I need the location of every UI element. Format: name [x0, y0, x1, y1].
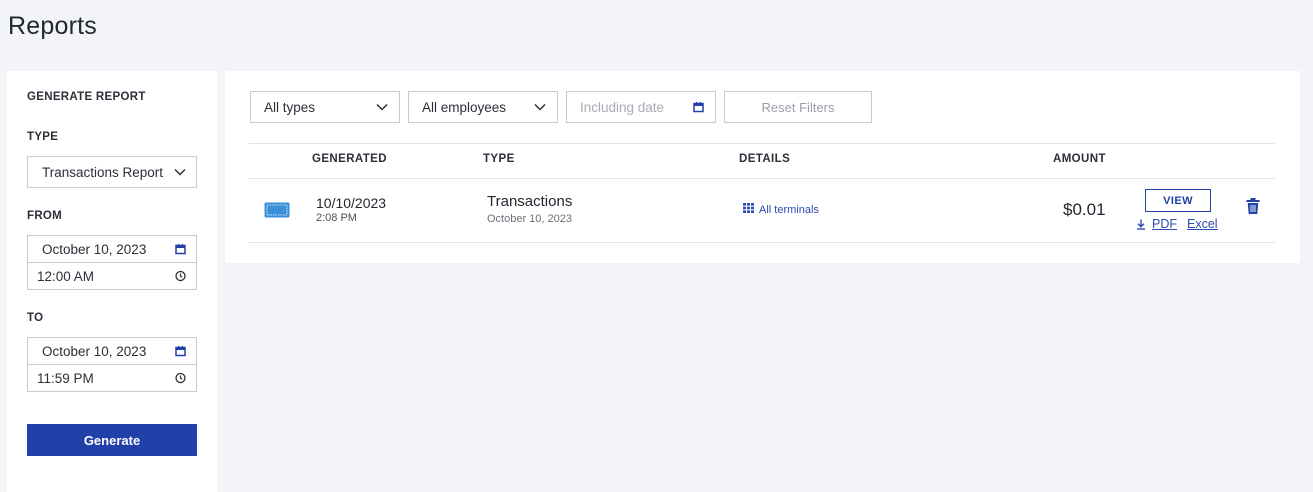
employee-filter-value: All employees [422, 99, 507, 115]
clock-icon[interactable] [175, 372, 186, 384]
excel-download-link[interactable]: Excel [1187, 217, 1218, 231]
chevron-down-icon [376, 103, 388, 111]
type-filter-select[interactable]: All types [250, 91, 400, 123]
chevron-down-icon [534, 103, 546, 111]
date-filter-placeholder: Including date [580, 99, 665, 115]
clock-icon[interactable] [175, 270, 186, 282]
to-label: TO [27, 312, 44, 324]
payment-card-icon [264, 202, 290, 223]
calendar-icon[interactable] [693, 102, 704, 113]
report-type-title: Transactions [487, 193, 573, 210]
generate-report-heading: GENERATE REPORT [27, 91, 146, 103]
download-links: PDF Excel [1136, 217, 1218, 231]
reset-filters-button[interactable]: Reset Filters [724, 91, 872, 123]
download-icon [1136, 219, 1146, 230]
type-label: TYPE [27, 131, 59, 143]
generated-date: 10/10/2023 [316, 195, 387, 211]
details-text: All terminals [759, 203, 819, 216]
from-time-input[interactable]: 12:00 AM [27, 262, 197, 290]
type-filter-value: All types [264, 99, 316, 115]
report-type-select[interactable]: Transactions Report [27, 156, 197, 188]
report-amount: $0.01 [1063, 200, 1106, 219]
chevron-down-icon [174, 168, 186, 176]
calendar-icon[interactable] [175, 244, 186, 255]
report-type-value: Transactions Report [42, 164, 164, 180]
from-label: FROM [27, 210, 63, 222]
trash-icon[interactable] [1246, 198, 1260, 219]
table-divider [249, 242, 1275, 243]
table-divider [249, 178, 1275, 179]
generated-time: 2:08 PM [316, 212, 357, 224]
grid-icon [743, 203, 754, 216]
table-divider [249, 143, 1275, 144]
generate-report-panel: GENERATE REPORT TYPE Transactions Report… [7, 71, 217, 492]
to-date-input[interactable]: October 10, 2023 [27, 337, 197, 365]
page-title: Reports [8, 12, 97, 40]
to-time-value: 11:59 PM [37, 370, 94, 386]
date-filter-input[interactable]: Including date [566, 91, 716, 123]
report-type-date: October 10, 2023 [487, 213, 573, 225]
generate-button[interactable]: Generate [27, 424, 197, 456]
employee-filter-select[interactable]: All employees [408, 91, 558, 123]
column-header-details: DETAILS [739, 153, 791, 165]
from-date-value: October 10, 2023 [42, 241, 147, 257]
reports-list-card: All types All employees Including date R… [225, 71, 1300, 263]
from-date-input[interactable]: October 10, 2023 [27, 235, 197, 263]
to-date-value: October 10, 2023 [42, 343, 147, 359]
from-time-value: 12:00 AM [37, 268, 95, 284]
column-header-type: TYPE [483, 153, 515, 165]
pdf-download-link[interactable]: PDF [1152, 217, 1177, 231]
view-button[interactable]: VIEW [1145, 189, 1211, 212]
to-time-input[interactable]: 11:59 PM [27, 364, 197, 392]
details-terminals: All terminals [743, 203, 819, 216]
column-header-amount: AMOUNT [1053, 153, 1106, 165]
calendar-icon[interactable] [175, 346, 186, 357]
column-header-generated: GENERATED [312, 153, 387, 165]
